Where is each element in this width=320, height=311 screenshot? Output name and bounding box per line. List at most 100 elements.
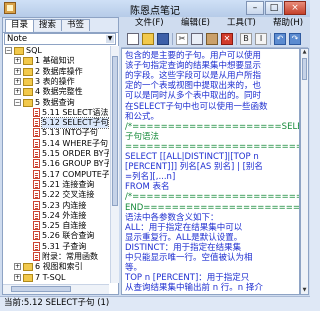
editor-line: 中只能显示唯一行。空值被认为相 xyxy=(125,253,253,263)
tree-note-item[interactable]: 5.16 GROUP BY子 xyxy=(3,159,109,169)
note-editor[interactable]: 包含的是主要的子句。用户可以使用 该子句指定查询的结果集中想要显示 的字段。这些字段… xyxy=(121,48,300,295)
maximize-button[interactable]: □ xyxy=(265,1,283,15)
delete-icon[interactable]: ✕ xyxy=(221,33,233,45)
tree-folder-item[interactable]: +3 表的操作 xyxy=(3,77,109,87)
italic-icon[interactable]: I xyxy=(255,33,267,45)
tree-item-label: 5.26 联合查询 xyxy=(42,231,95,241)
redo-icon[interactable]: ↷ xyxy=(289,33,301,45)
cut-icon[interactable]: ✂ xyxy=(176,33,188,45)
editor-line: ALL：用于指定在结果集中可以 xyxy=(125,222,243,233)
editor-line: 语法中各参数含义如下： xyxy=(125,212,219,223)
toolbar-separator xyxy=(236,33,237,45)
tree-item-label: 5.14 WHERE子句 xyxy=(42,138,108,148)
note-selector-value: Note xyxy=(7,34,28,44)
title-bar[interactable]: 陈恩点笔记 – □ × xyxy=(0,0,310,17)
note-document-icon xyxy=(33,210,40,220)
menu-edit[interactable]: 编辑(E) xyxy=(181,17,210,30)
tree-item-label: 5.23 内连接 xyxy=(42,200,87,210)
tree-folder-item[interactable]: +2 数据库操作 xyxy=(3,67,109,77)
tree-note-item[interactable]: 5.24 外连接 xyxy=(3,210,109,221)
tree-item-label: 5.21 连接查询 xyxy=(42,179,95,189)
tree-note-item[interactable]: 5.22 交叉连接 xyxy=(3,190,109,200)
editor-line: 定的一个表或视图中提取出来的，也 xyxy=(125,81,262,92)
tree-folder-item[interactable]: +1 基础知识 xyxy=(3,56,109,66)
tree-scroll-thumb[interactable] xyxy=(112,56,118,206)
close-button[interactable]: × xyxy=(284,1,306,15)
note-document-icon xyxy=(33,241,40,251)
copy-icon[interactable] xyxy=(191,33,203,45)
toolbar: ✂ ✕ B I ↶ ↷ xyxy=(121,31,308,48)
tree-note-item[interactable]: 5.23 内连接 xyxy=(3,200,109,211)
chevron-down-icon[interactable]: ▼ xyxy=(106,35,114,43)
tree-note-item[interactable]: 5.25 自连接 xyxy=(3,221,109,231)
menu-file[interactable]: 文件(F) xyxy=(135,17,164,30)
bold-icon[interactable]: B xyxy=(240,33,252,45)
tab-search[interactable]: 搜索 xyxy=(33,19,63,31)
toolbar-separator xyxy=(270,33,271,45)
toolbar-separator xyxy=(172,33,173,45)
paste-icon[interactable] xyxy=(206,33,218,45)
status-text: 当前:5.12 SELECT子句 (1) xyxy=(4,298,110,308)
expand-icon[interactable]: + xyxy=(14,273,21,281)
tree-note-item[interactable]: 5.31 子查询 xyxy=(3,241,109,252)
left-panel: 目录 搜索 书签 Note ▼ − SQL +1 基础知识 +2 数据库操作 +3 表的… xyxy=(2,17,119,295)
tree-item-label: 6 视图和索引 xyxy=(35,262,83,272)
tree-note-item[interactable]: 5.11 SELECT语法 xyxy=(3,107,109,118)
editor-scroll-thumb[interactable] xyxy=(302,58,307,80)
expand-icon[interactable]: + xyxy=(14,57,21,65)
tree-folder-item[interactable]: +6 视图和索引 xyxy=(3,262,109,272)
tree-item-label: 5.16 GROUP BY子 xyxy=(42,159,109,169)
folder-icon xyxy=(23,57,33,66)
tree-vertical-scrollbar[interactable] xyxy=(110,46,119,283)
tree-folder-item[interactable]: − SQL xyxy=(3,46,109,56)
save-icon[interactable] xyxy=(157,33,169,45)
open-icon[interactable] xyxy=(142,33,154,45)
tree-item-label: SQL xyxy=(26,46,42,55)
tree-hscroll-thumb[interactable] xyxy=(11,286,71,292)
editor-line: =列名][,...n] xyxy=(125,172,176,183)
scroll-up-icon[interactable]: ▲ xyxy=(302,49,307,55)
minimize-button[interactable]: – xyxy=(246,1,264,15)
editor-line: 在SELECT子句中也可以使用一些函数 xyxy=(125,101,268,112)
expand-icon[interactable]: + xyxy=(14,88,21,96)
tree-note-item[interactable]: 5.15 ORDER BY子 xyxy=(3,149,109,159)
tree-folder-item[interactable]: − 5 数据查询 xyxy=(3,98,109,108)
tree-note-item[interactable]: 5.26 联合查询 xyxy=(3,231,109,241)
note-document-icon xyxy=(33,221,40,231)
tree-note-item[interactable]: 5.14 WHERE子句 xyxy=(3,138,109,149)
note-document-icon xyxy=(33,118,40,128)
new-icon[interactable] xyxy=(127,33,139,45)
note-document-icon xyxy=(33,252,40,261)
note-selector[interactable]: Note ▼ xyxy=(4,33,116,45)
tree-horizontal-scrollbar[interactable] xyxy=(3,284,109,294)
note-tree[interactable]: − SQL +1 基础知识 +2 数据库操作 +3 表的操作 +4 数据完整性 −5 数据查… xyxy=(3,46,109,283)
expand-icon[interactable]: + xyxy=(14,77,21,85)
tab-contents[interactable]: 目录 xyxy=(5,19,35,32)
editor-scrollbar[interactable]: ▲ ▼ xyxy=(300,48,309,295)
folder-icon xyxy=(14,47,24,55)
tree-item-label: 5.17 COMPUTE子句 xyxy=(42,169,109,179)
collapse-icon[interactable]: − xyxy=(14,98,21,106)
note-document-icon xyxy=(33,107,40,117)
tree-item-label: 1 基础知识 xyxy=(35,56,75,66)
editor-line: 从查询结果集中输出前 n 行。n 择介 xyxy=(125,283,263,294)
tree-note-item[interactable]: 5.17 COMPUTE子句 xyxy=(3,169,109,180)
tree-note-item[interactable]: 5.21 连接查询 xyxy=(3,179,109,190)
tab-bookmarks[interactable]: 书签 xyxy=(61,19,91,31)
tree-note-item[interactable]: 附录：常用函数 xyxy=(3,252,109,262)
menu-tools[interactable]: 工具(T) xyxy=(227,17,256,30)
expand-icon[interactable]: + xyxy=(14,67,21,75)
note-document-icon xyxy=(33,159,40,169)
tree-note-item[interactable]: 5.13 INTO子句 xyxy=(3,128,109,138)
scroll-down-icon[interactable]: ▼ xyxy=(302,287,307,293)
editor-line: END==========================*/ xyxy=(125,202,300,213)
editor-line: 显示重复行。ALL是默认设置。 xyxy=(125,232,243,243)
collapse-icon[interactable]: − xyxy=(5,47,12,54)
menu-help[interactable]: 帮助(H) xyxy=(273,17,303,30)
expand-icon[interactable]: + xyxy=(14,263,21,271)
editor-line: =============================*/ xyxy=(125,141,299,152)
tree-folder-item[interactable]: +4 数据完整性 xyxy=(3,87,109,97)
undo-icon[interactable]: ↶ xyxy=(274,33,286,45)
tree-folder-item[interactable]: +7 T-SQL xyxy=(3,273,109,283)
tree-note-item[interactable]: 5.12 SELECT子句 xyxy=(3,117,109,130)
